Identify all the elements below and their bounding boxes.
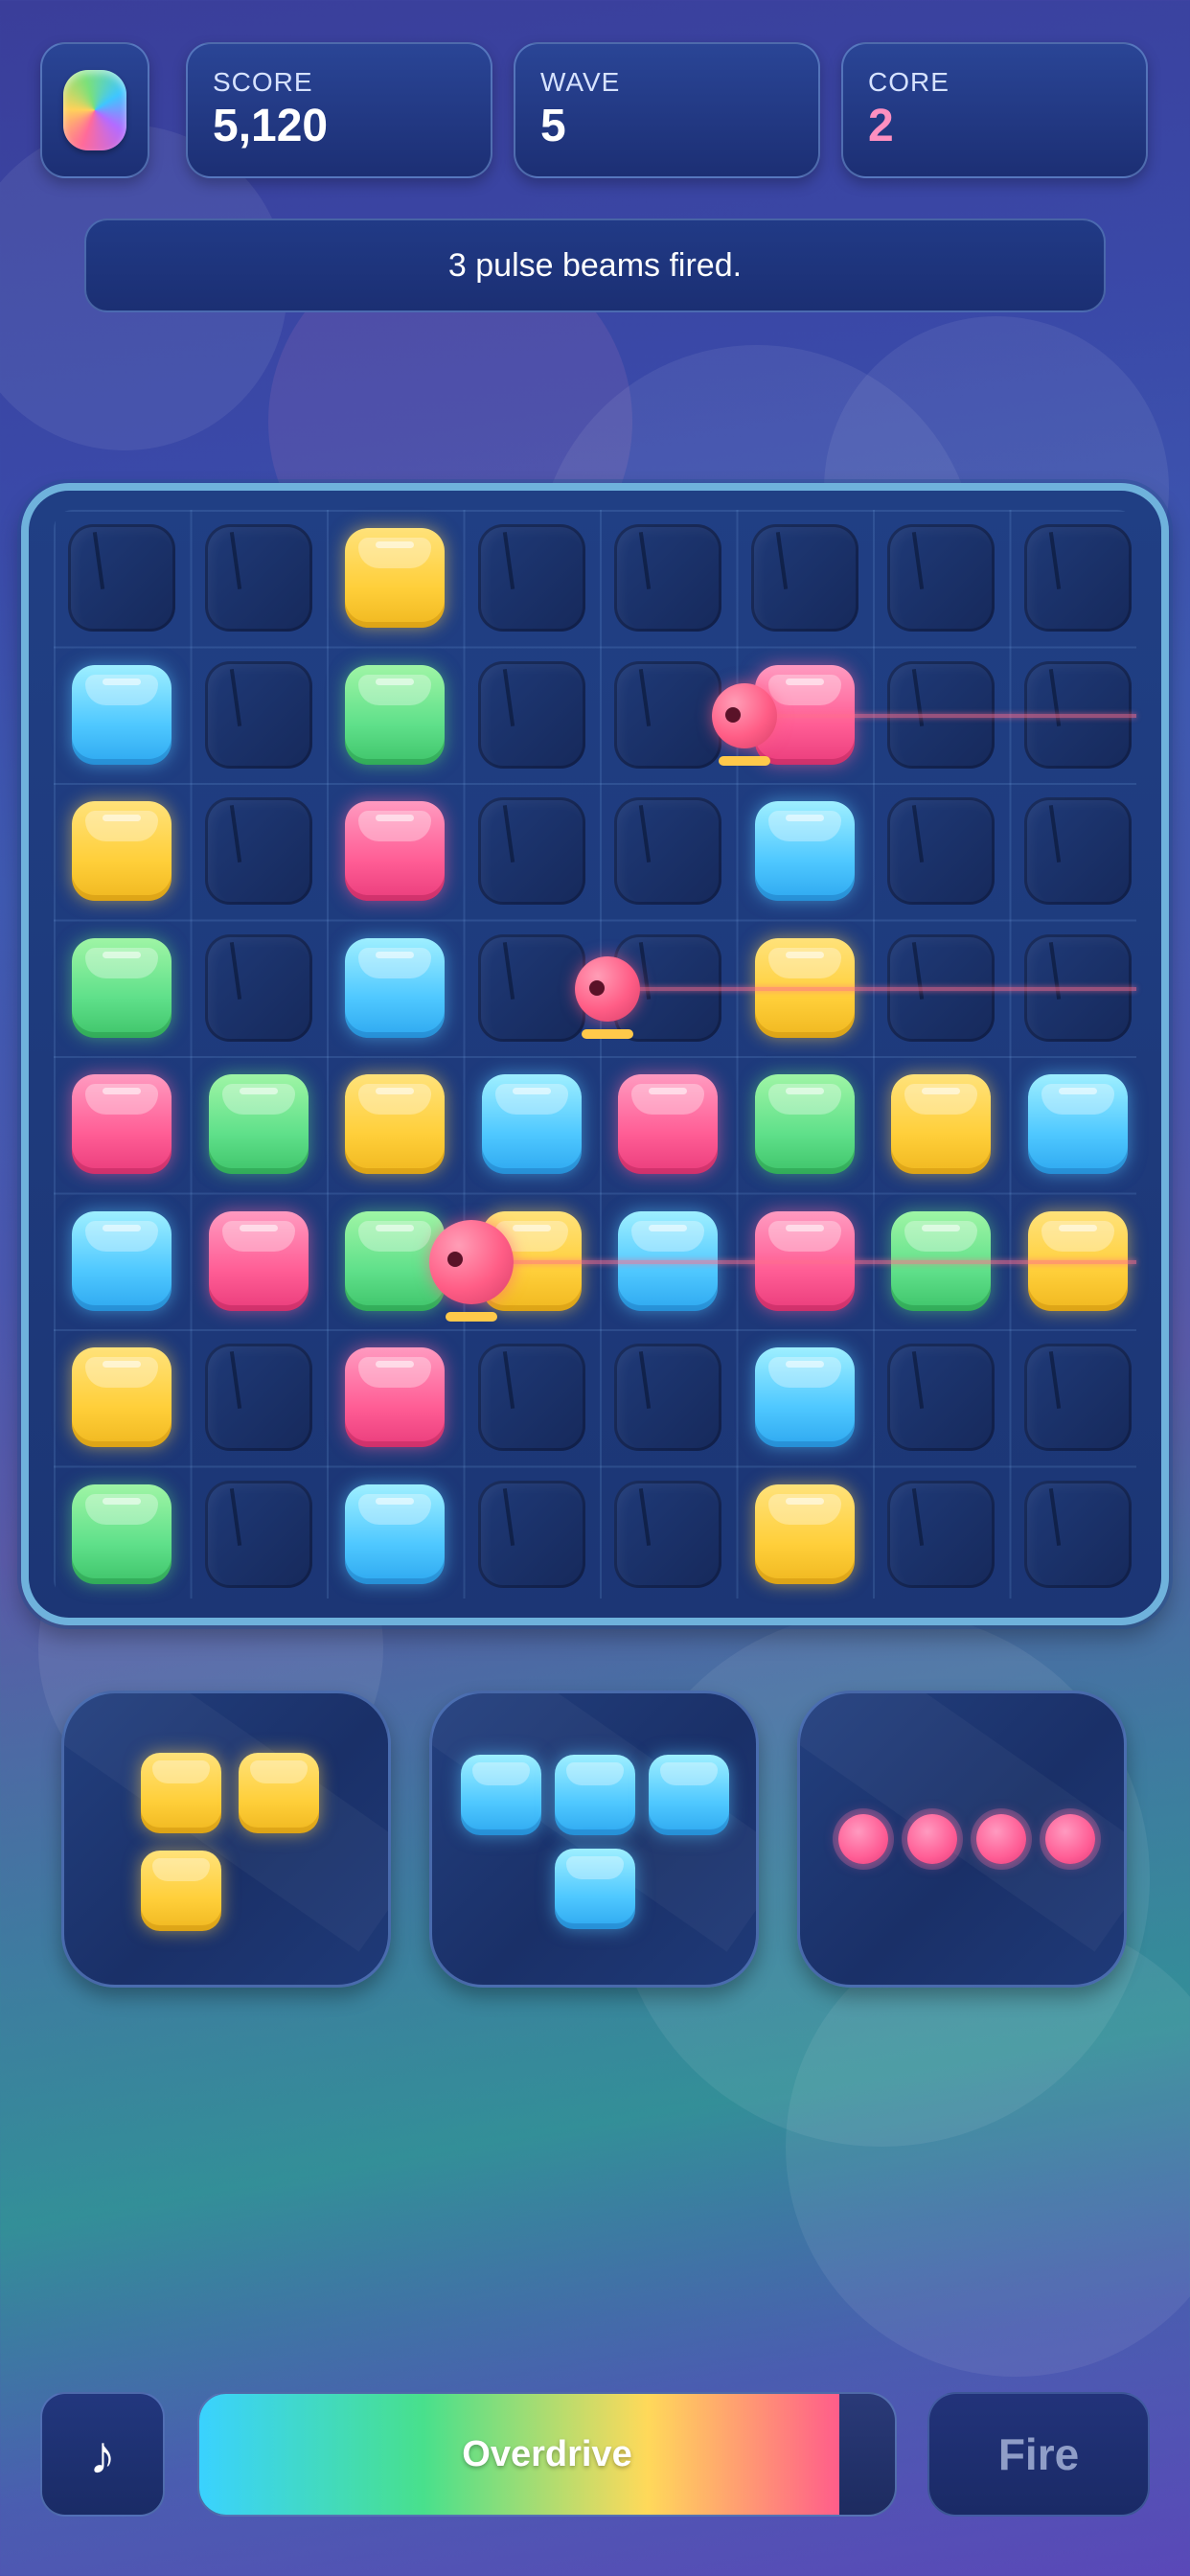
pink-block[interactable]: [345, 1347, 445, 1447]
blue-block[interactable]: [481, 1074, 582, 1174]
piece-block: [555, 1755, 635, 1835]
yellow-block[interactable]: [345, 528, 445, 628]
empty-cell[interactable]: [204, 660, 312, 769]
empty-cell[interactable]: [477, 660, 585, 769]
green-block[interactable]: [72, 1484, 172, 1584]
pulse-turret[interactable]: [575, 955, 640, 1022]
pulse-beam: [607, 986, 1136, 991]
empty-cell[interactable]: [1023, 1480, 1132, 1588]
pulse-turret[interactable]: [428, 1219, 514, 1304]
piece-block: [1045, 1814, 1095, 1864]
score-value: 5,120: [213, 101, 329, 151]
empty-cell[interactable]: [1023, 1344, 1132, 1451]
music-note-icon: ♪: [89, 2424, 116, 2485]
turret-eye-icon: [725, 707, 742, 724]
piece-block: [976, 1814, 1026, 1864]
score-label: SCORE: [213, 67, 313, 97]
pink-block[interactable]: [208, 1210, 309, 1311]
status-banner: 3 pulse beams fired.: [84, 218, 1106, 312]
empty-cell[interactable]: [477, 1480, 585, 1588]
empty-cell[interactable]: [204, 1480, 312, 1588]
pink-block[interactable]: [345, 801, 445, 901]
pulse-beam: [744, 713, 1136, 718]
core-label: CORE: [868, 67, 950, 97]
piece-block: [907, 1814, 957, 1864]
empty-cell[interactable]: [204, 933, 312, 1042]
empty-cell[interactable]: [477, 524, 585, 632]
board-grid: [54, 510, 1136, 1598]
empty-cell[interactable]: [614, 1344, 721, 1451]
fire-button[interactable]: Fire: [927, 2392, 1150, 2517]
turret-charge-bar: [582, 1028, 633, 1039]
game-logo-button[interactable]: [40, 42, 149, 178]
empty-cell[interactable]: [887, 524, 995, 632]
empty-cell[interactable]: [614, 660, 721, 769]
piece-block: [838, 1814, 888, 1864]
turret-charge-bar: [445, 1311, 497, 1322]
piece-block: [649, 1755, 729, 1835]
empty-cell[interactable]: [1023, 524, 1132, 632]
empty-cell[interactable]: [614, 524, 721, 632]
blue-block[interactable]: [1027, 1074, 1128, 1174]
turret-eye-icon: [446, 1251, 463, 1267]
core-value: 2: [868, 101, 894, 151]
yellow-block[interactable]: [72, 801, 172, 901]
blue-block[interactable]: [72, 664, 172, 765]
turret-eye-icon: [588, 980, 605, 997]
empty-cell[interactable]: [477, 797, 585, 905]
empty-cell[interactable]: [887, 1480, 995, 1588]
piece-block: [555, 1849, 635, 1929]
green-block[interactable]: [345, 664, 445, 765]
pulse-turret[interactable]: [711, 682, 777, 748]
wave-value: 5: [540, 101, 566, 151]
empty-cell[interactable]: [204, 1344, 312, 1451]
wave-label: WAVE: [540, 67, 621, 97]
pink-block[interactable]: [72, 1074, 172, 1174]
piece-slot-1[interactable]: [61, 1690, 391, 1988]
piece-block: [141, 1753, 221, 1833]
pink-block[interactable]: [618, 1074, 718, 1174]
overdrive-meter[interactable]: Overdrive: [197, 2392, 897, 2517]
empty-cell[interactable]: [614, 797, 721, 905]
turret-charge-bar: [718, 755, 770, 766]
green-block[interactable]: [208, 1074, 309, 1174]
piece-slot-2[interactable]: [429, 1690, 759, 1988]
pulse-beam: [470, 1259, 1136, 1264]
yellow-block[interactable]: [72, 1347, 172, 1447]
score-panel: SCORE 5,120: [186, 42, 492, 178]
rainbow-gem-icon: [63, 70, 126, 150]
empty-cell[interactable]: [887, 797, 995, 905]
yellow-block[interactable]: [345, 1074, 445, 1174]
empty-cell[interactable]: [1023, 797, 1132, 905]
game-board: [21, 483, 1169, 1625]
empty-cell[interactable]: [477, 933, 585, 1042]
core-panel: CORE 2: [841, 42, 1148, 178]
empty-cell[interactable]: [204, 797, 312, 905]
yellow-block[interactable]: [891, 1074, 991, 1174]
blue-block[interactable]: [754, 1347, 855, 1447]
overdrive-label: Overdrive: [462, 2433, 632, 2474]
empty-cell[interactable]: [887, 1344, 995, 1451]
wave-panel: WAVE 5: [514, 42, 820, 178]
music-button[interactable]: ♪: [40, 2392, 165, 2517]
empty-cell[interactable]: [68, 524, 175, 632]
blue-block[interactable]: [754, 801, 855, 901]
blue-block[interactable]: [345, 1484, 445, 1584]
piece-block: [461, 1755, 541, 1835]
blue-block[interactable]: [345, 937, 445, 1038]
piece-slot-3[interactable]: [797, 1690, 1127, 1988]
empty-cell[interactable]: [614, 1480, 721, 1588]
empty-cell[interactable]: [477, 1344, 585, 1451]
empty-cell[interactable]: [750, 524, 858, 632]
blue-block[interactable]: [72, 1210, 172, 1311]
yellow-block[interactable]: [754, 1484, 855, 1584]
green-block[interactable]: [754, 1074, 855, 1174]
piece-block: [239, 1753, 319, 1833]
green-block[interactable]: [72, 937, 172, 1038]
empty-cell[interactable]: [204, 524, 312, 632]
piece-block: [141, 1851, 221, 1931]
